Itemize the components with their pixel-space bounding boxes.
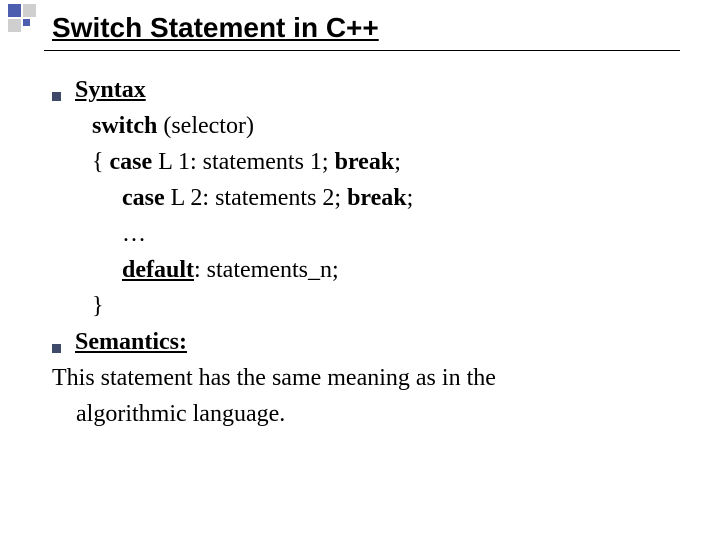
keyword-case: case	[110, 149, 153, 175]
keyword-break: break	[335, 149, 395, 175]
title-underline-rule	[44, 50, 680, 51]
keyword-switch: switch	[92, 113, 157, 139]
code-line-switch: switch (selector)	[52, 108, 672, 144]
keyword-break: break	[347, 185, 407, 211]
keyword-default: default	[122, 257, 194, 283]
square-icon	[23, 19, 30, 26]
code-line-ellipsis: …	[52, 216, 672, 252]
switch-selector: (selector)	[157, 113, 254, 139]
brace-close: }	[92, 293, 104, 319]
square-icon	[8, 19, 21, 32]
ellipsis: …	[122, 221, 146, 247]
semantics-text-line2: algorithmic language.	[52, 396, 672, 432]
bullet-icon	[52, 92, 61, 101]
slide-title: Switch Statement in C++	[52, 12, 379, 44]
bullet-item-syntax: Syntax	[52, 72, 672, 108]
semantics-text-line1: This statement has the same meaning as i…	[52, 360, 672, 396]
bullet-icon	[52, 344, 61, 353]
code-line-case2: case L 2: statements 2; break;	[52, 180, 672, 216]
code-line-case1: { case L 1: statements 1; break;	[52, 144, 672, 180]
keyword-case: case	[122, 185, 165, 211]
semantics-heading: Semantics:	[75, 324, 187, 360]
square-icon	[23, 4, 36, 17]
decoration-squares	[8, 4, 38, 34]
square-icon	[8, 4, 21, 17]
default-body: : statements_n;	[194, 257, 339, 283]
brace-open: {	[92, 149, 110, 175]
semicolon: ;	[394, 149, 401, 175]
code-line-default: default: statements_n;	[52, 252, 672, 288]
case2-body: L 2: statements 2;	[165, 185, 347, 211]
bullet-item-semantics: Semantics:	[52, 324, 672, 360]
syntax-heading: Syntax	[75, 72, 146, 108]
code-line-close: }	[52, 288, 672, 324]
slide-body: Syntax switch (selector) { case L 1: sta…	[52, 72, 672, 432]
case1-body: L 1: statements 1;	[152, 149, 334, 175]
semicolon: ;	[407, 185, 414, 211]
